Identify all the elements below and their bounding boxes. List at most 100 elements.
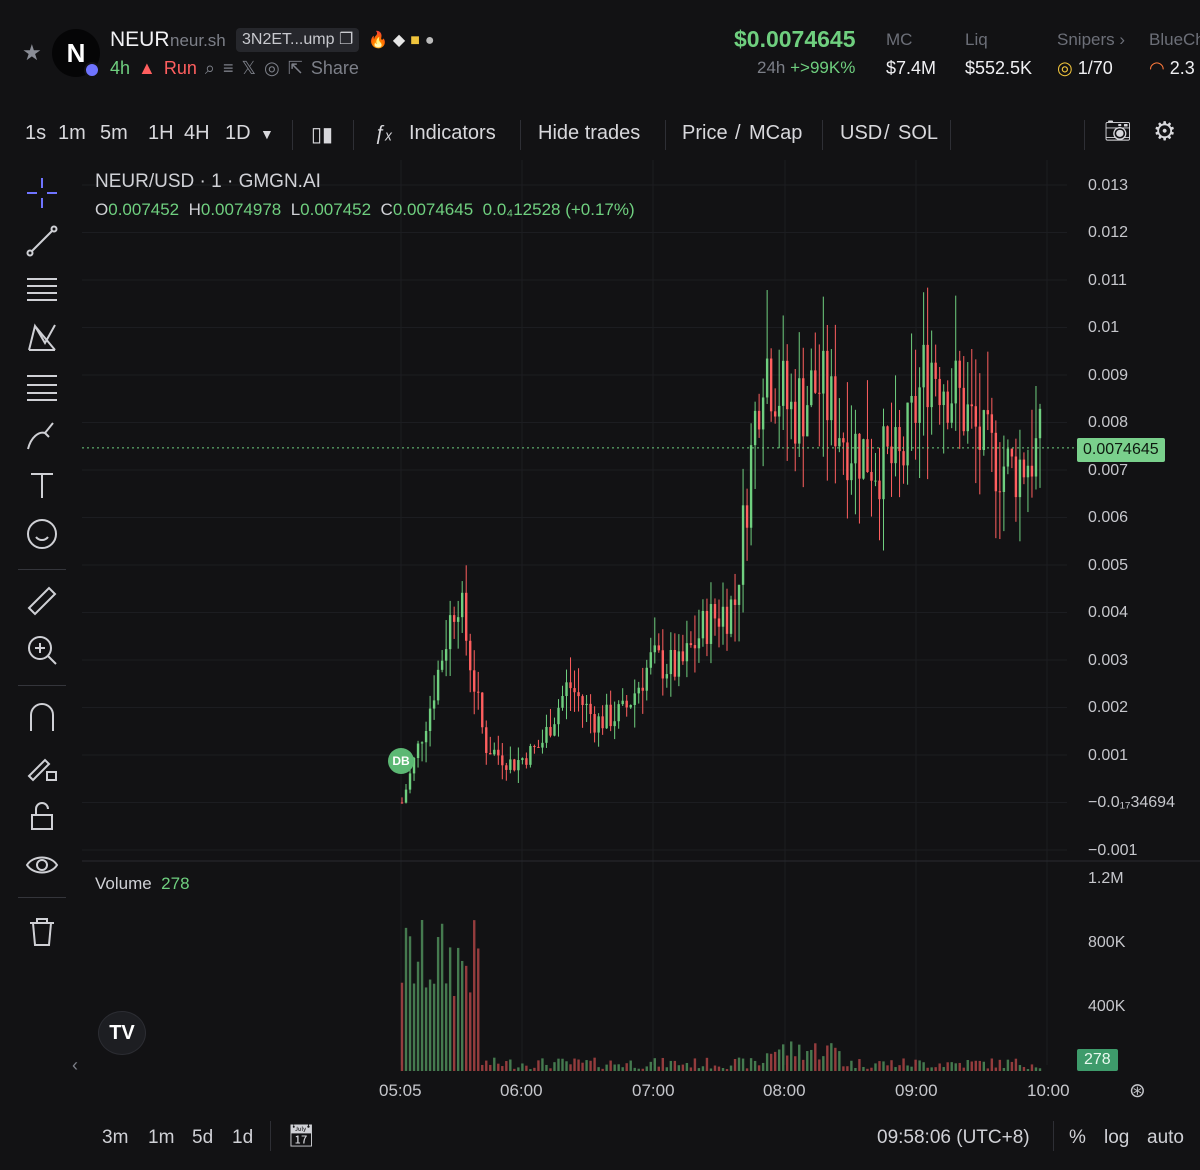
auto-scale-toggle[interactable]: auto	[1147, 1127, 1184, 1149]
candle-body	[958, 360, 961, 388]
dev-buy-marker[interactable]: DB	[388, 748, 414, 774]
y-tick: 0.013	[1088, 177, 1129, 194]
lock-drawing-icon[interactable]	[24, 749, 60, 785]
share-label[interactable]: Share	[311, 58, 359, 79]
volume-bar	[517, 1067, 520, 1071]
volume-bar	[1034, 1067, 1038, 1071]
interval-1h[interactable]: 1H	[148, 122, 174, 145]
interval-4h[interactable]: 4H	[184, 122, 210, 145]
candle-body	[926, 344, 929, 408]
percent-toggle[interactable]: %	[1069, 1127, 1086, 1149]
candle-body	[842, 438, 845, 443]
x-twitter-icon[interactable]: 𝕏	[242, 58, 257, 79]
favorite-star-icon[interactable]: ★	[22, 40, 42, 66]
chart-canvas	[82, 160, 1200, 1071]
candle-body	[882, 426, 885, 500]
indicators-icon[interactable]: ƒₓ	[374, 122, 393, 145]
range-3m[interactable]: 3m	[102, 1127, 128, 1149]
candle-body	[1034, 438, 1038, 477]
candle-body	[1010, 448, 1014, 457]
collapse-chevron-icon[interactable]: ‹	[72, 1055, 78, 1076]
volume-bar	[537, 1060, 540, 1071]
candle-body	[617, 704, 620, 722]
visibility-eye-icon[interactable]	[24, 847, 60, 883]
range-1d[interactable]: 1d	[232, 1127, 253, 1149]
range-5d[interactable]: 5d	[192, 1127, 213, 1149]
tradingview-logo-icon[interactable]: TV	[98, 1011, 146, 1055]
token-website-link[interactable]: neur.sh	[170, 31, 226, 51]
price-chart[interactable]: NEUR/USD · 1 · GMGN.AI O0.007452 H0.0074…	[82, 160, 1200, 1102]
mcap-toggle[interactable]: MCap	[749, 122, 802, 145]
candle-body	[637, 687, 640, 694]
unlock-icon[interactable]	[24, 798, 60, 834]
candle-body	[593, 714, 596, 733]
volume-bar	[456, 947, 460, 1071]
candle-body	[597, 716, 600, 733]
volume-bar	[982, 1061, 986, 1071]
volume-bar	[629, 1060, 632, 1071]
current-price-tag: 0.0074645	[1077, 438, 1165, 462]
emoji-icon[interactable]	[24, 516, 60, 552]
volume-bar	[452, 996, 456, 1071]
axis-settings-icon[interactable]: ⊛	[1129, 1078, 1146, 1103]
candle-body	[669, 649, 673, 675]
interval-5m[interactable]: 5m	[100, 122, 128, 145]
share-icon[interactable]: ⇱	[288, 58, 303, 79]
price-toggle[interactable]: Price	[682, 122, 728, 145]
candle-body	[862, 439, 865, 479]
candle-body	[509, 759, 512, 770]
screenshot-camera-icon[interactable]: 📷︎	[1104, 118, 1132, 144]
candle-body	[621, 700, 624, 705]
interval-dropdown-icon[interactable]: ▼	[260, 126, 274, 142]
candle-body	[521, 758, 524, 761]
usd-toggle[interactable]: USD	[840, 122, 882, 145]
volume-bar	[806, 1051, 809, 1071]
candle-body	[830, 376, 833, 421]
horizontal-lines-icon[interactable]	[24, 272, 60, 308]
token-address-copy[interactable]: 3N2ET...ump ❐	[236, 28, 360, 52]
interval-1m[interactable]: 1m	[58, 122, 86, 145]
volume-bar	[922, 1062, 925, 1071]
fib-retracement-icon[interactable]	[24, 369, 60, 405]
ruler-icon[interactable]	[24, 583, 60, 619]
candle-body	[922, 344, 925, 388]
stat-bluechip-value: ◠ 2.3	[1149, 58, 1195, 78]
candle-body	[962, 387, 965, 432]
trash-icon[interactable]	[24, 914, 60, 950]
volume-bar	[794, 1056, 797, 1071]
volume-bar	[701, 1066, 705, 1071]
volume-bar	[549, 1068, 552, 1071]
hide-trades-button[interactable]: Hide trades	[538, 122, 640, 145]
candle-body	[645, 667, 648, 691]
trend-line-icon[interactable]	[24, 223, 60, 259]
zoom-in-icon[interactable]	[24, 632, 60, 668]
stat-mc-value: $7.4M	[886, 58, 937, 78]
magnet-icon[interactable]	[24, 700, 60, 736]
crosshair-icon[interactable]	[24, 175, 60, 211]
indicators-button[interactable]: Indicators	[409, 122, 496, 145]
settings-gear-icon[interactable]: ⚙	[1153, 116, 1176, 147]
candle-type-icon[interactable]: ▯▮	[311, 122, 333, 147]
candle-body	[773, 411, 777, 417]
stat-snipers-label[interactable]: Snipers ›	[1057, 30, 1125, 50]
interval-1d[interactable]: 1D	[225, 122, 251, 145]
log-toggle[interactable]: log	[1104, 1127, 1129, 1149]
range-1m[interactable]: 1m	[148, 1127, 174, 1149]
search-icon[interactable]: ⌕	[205, 58, 215, 79]
sol-toggle[interactable]: SOL	[898, 122, 938, 145]
pattern-icon[interactable]	[24, 320, 60, 356]
y-tick: 0.012	[1088, 224, 1129, 241]
chart-bottom-bar: 3m 1m 5d 1d 📅︎ 09:58:06 (UTC+8) % log au…	[0, 1115, 1200, 1161]
candle-body	[424, 730, 428, 743]
date-range-calendar-icon[interactable]: 📅︎	[287, 1123, 315, 1149]
volume-bar	[465, 965, 468, 1071]
candle-body	[1014, 456, 1018, 498]
volume-bar	[962, 1067, 965, 1071]
candle-body	[850, 463, 853, 481]
text-tool-icon[interactable]	[24, 467, 60, 503]
globe-icon[interactable]: ◎	[264, 58, 280, 79]
interval-1s[interactable]: 1s	[25, 122, 46, 145]
menu-icon[interactable]: ≡	[223, 58, 234, 79]
volume-bar	[493, 1057, 496, 1071]
brush-icon[interactable]	[24, 418, 60, 454]
